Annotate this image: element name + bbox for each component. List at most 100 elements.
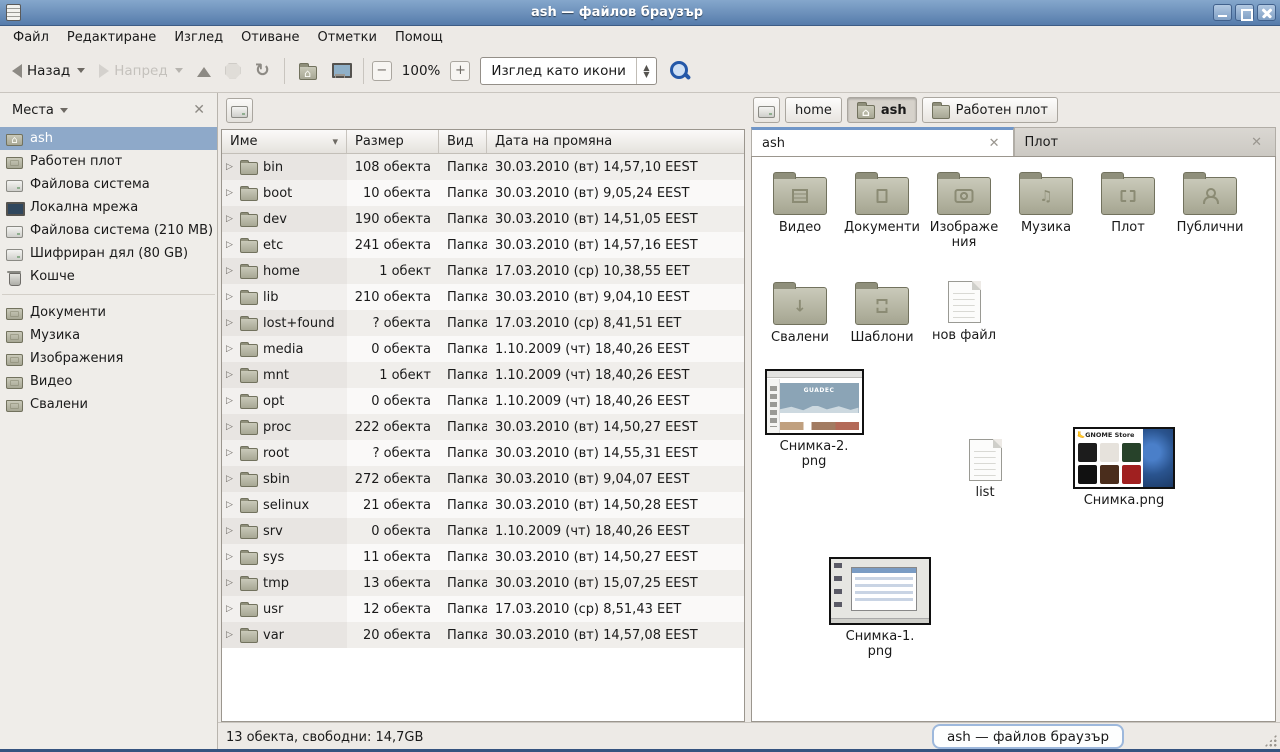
file-list[interactable]: list bbox=[952, 439, 1018, 501]
icon-view-item[interactable]: Шаблони bbox=[844, 281, 920, 346]
sidebar-title-dropdown[interactable]: Места bbox=[12, 103, 189, 118]
home-button[interactable] bbox=[293, 58, 323, 84]
icon-view-item[interactable]: Изображения bbox=[926, 171, 1002, 251]
column-header-date[interactable]: Дата на промяна bbox=[487, 130, 744, 153]
close-button[interactable] bbox=[1257, 4, 1276, 21]
zoom-in-button[interactable]: + bbox=[450, 61, 470, 81]
path-desktop-button[interactable]: Работен плот bbox=[922, 97, 1058, 123]
sidebar-item[interactable]: Кошче bbox=[0, 265, 217, 288]
view-mode-select[interactable]: Изглед като икони ▲▼ bbox=[480, 57, 657, 85]
table-row[interactable]: sys 11 обекта Папка 30.03.2010 (вт) 14,5… bbox=[222, 544, 744, 570]
stop-button[interactable] bbox=[219, 59, 247, 83]
minimize-button[interactable] bbox=[1213, 4, 1232, 21]
expander-icon[interactable] bbox=[226, 448, 235, 458]
sidebar-item[interactable]: Музика bbox=[0, 324, 217, 347]
expander-icon[interactable] bbox=[226, 526, 235, 536]
expander-icon[interactable] bbox=[226, 474, 235, 484]
icon-view-item[interactable]: нов файл bbox=[926, 281, 1002, 346]
menu-item[interactable]: Редактиране bbox=[58, 28, 165, 47]
expander-icon[interactable] bbox=[226, 240, 235, 250]
sidebar-item[interactable]: Локална мрежа bbox=[0, 196, 217, 219]
sidebar-item[interactable]: Свалени bbox=[0, 393, 217, 416]
expander-icon[interactable] bbox=[226, 422, 235, 432]
table-row[interactable]: sbin 272 обекта Папка 30.03.2010 (вт) 9,… bbox=[222, 466, 744, 492]
tab-ash[interactable]: ash ✕ bbox=[751, 127, 1014, 156]
computer-button[interactable] bbox=[325, 59, 355, 82]
back-dropdown-icon[interactable] bbox=[77, 68, 85, 73]
sidebar-item[interactable]: ash bbox=[0, 127, 217, 150]
path-home-button[interactable]: home bbox=[785, 97, 842, 123]
table-row[interactable]: media 0 обекта Папка 1.10.2009 (чт) 18,4… bbox=[222, 336, 744, 362]
expander-icon[interactable] bbox=[226, 162, 235, 172]
column-header-name[interactable]: Име bbox=[222, 130, 347, 153]
table-row[interactable]: selinux 21 обекта Папка 30.03.2010 (вт) … bbox=[222, 492, 744, 518]
path-root-button[interactable] bbox=[753, 97, 780, 123]
expander-icon[interactable] bbox=[226, 266, 235, 276]
sidebar-item[interactable]: Работен плот bbox=[0, 150, 217, 173]
table-row[interactable]: root ? обекта Папка 30.03.2010 (вт) 14,5… bbox=[222, 440, 744, 466]
icon-view-item[interactable]: Документи bbox=[844, 171, 920, 251]
expander-icon[interactable] bbox=[226, 214, 235, 224]
expander-icon[interactable] bbox=[226, 630, 235, 640]
file-snimka-1[interactable]: Снимка-1.png bbox=[828, 557, 932, 660]
titlebar[interactable]: ash — файлов браузър bbox=[0, 0, 1280, 26]
tab-close-icon[interactable]: ✕ bbox=[1248, 135, 1265, 150]
expander-icon[interactable] bbox=[226, 292, 235, 302]
tab-close-icon[interactable]: ✕ bbox=[986, 136, 1003, 151]
up-button[interactable] bbox=[191, 61, 217, 81]
file-snimka[interactable]: 🦶GNOME Store Снимка.png bbox=[1070, 427, 1178, 509]
table-row[interactable]: srv 0 обекта Папка 1.10.2009 (чт) 18,40,… bbox=[222, 518, 744, 544]
menu-item[interactable]: Отиване bbox=[232, 28, 308, 47]
sidebar-close-icon[interactable]: ✕ bbox=[189, 102, 209, 118]
table-row[interactable]: usr 12 обекта Папка 17.03.2010 (ср) 8,51… bbox=[222, 596, 744, 622]
taskbar-window-button[interactable]: ash — файлов браузър bbox=[932, 724, 1124, 749]
maximize-button[interactable] bbox=[1235, 4, 1254, 21]
table-row[interactable]: opt 0 обекта Папка 1.10.2009 (чт) 18,40,… bbox=[222, 388, 744, 414]
zoom-out-button[interactable]: − bbox=[372, 61, 392, 81]
resize-grip[interactable] bbox=[1264, 734, 1277, 747]
table-row[interactable]: home 1 обект Папка 17.03.2010 (ср) 10,38… bbox=[222, 258, 744, 284]
expander-icon[interactable] bbox=[226, 500, 235, 510]
table-row[interactable]: mnt 1 обект Папка 1.10.2009 (чт) 18,40,2… bbox=[222, 362, 744, 388]
icon-view-item[interactable]: Свалени bbox=[762, 281, 838, 346]
expander-icon[interactable] bbox=[226, 578, 235, 588]
expander-icon[interactable] bbox=[226, 396, 235, 406]
tree-root-button[interactable] bbox=[226, 98, 253, 123]
file-snimka-2[interactable]: GUADEC Снимка-2.png bbox=[762, 369, 866, 470]
expander-icon[interactable] bbox=[226, 370, 235, 380]
table-row[interactable]: etc 241 обекта Папка 30.03.2010 (вт) 14,… bbox=[222, 232, 744, 258]
table-row[interactable]: var 20 обекта Папка 30.03.2010 (вт) 14,5… bbox=[222, 622, 744, 648]
icon-view-item[interactable]: Плот bbox=[1090, 171, 1166, 251]
back-button[interactable]: Назад bbox=[6, 59, 91, 83]
icon-view-item[interactable]: Музика bbox=[1008, 171, 1084, 251]
forward-button[interactable]: Напред bbox=[93, 59, 188, 83]
menu-item[interactable]: Изглед bbox=[165, 28, 232, 47]
icon-view-canvas[interactable]: Видео Документи Изображения Музика Плот bbox=[751, 156, 1276, 722]
table-row[interactable]: proc 222 обекта Папка 30.03.2010 (вт) 14… bbox=[222, 414, 744, 440]
icon-view-item[interactable]: Видео bbox=[762, 171, 838, 251]
table-row[interactable]: dev 190 обекта Папка 30.03.2010 (вт) 14,… bbox=[222, 206, 744, 232]
sidebar-item[interactable]: Файлова система bbox=[0, 173, 217, 196]
menu-item[interactable]: Отметки bbox=[308, 28, 385, 47]
search-button[interactable] bbox=[667, 58, 693, 84]
expander-icon[interactable] bbox=[226, 552, 235, 562]
column-header-size[interactable]: Размер bbox=[347, 130, 439, 153]
menu-item[interactable]: Помощ bbox=[386, 28, 452, 47]
table-row[interactable]: lib 210 обекта Папка 30.03.2010 (вт) 9,0… bbox=[222, 284, 744, 310]
column-header-type[interactable]: Вид bbox=[439, 130, 487, 153]
table-row[interactable]: bin 108 обекта Папка 30.03.2010 (вт) 14,… bbox=[222, 154, 744, 180]
expander-icon[interactable] bbox=[226, 188, 235, 198]
path-current-button[interactable]: ash bbox=[847, 97, 917, 123]
sidebar-item[interactable]: Видео bbox=[0, 370, 217, 393]
reload-button[interactable]: ↻ bbox=[249, 59, 276, 83]
icon-view-item[interactable]: Публични bbox=[1172, 171, 1248, 251]
sidebar-item[interactable]: Документи bbox=[0, 301, 217, 324]
forward-dropdown-icon[interactable] bbox=[175, 68, 183, 73]
expander-icon[interactable] bbox=[226, 604, 235, 614]
tab-plot[interactable]: Плот ✕ bbox=[1014, 127, 1277, 156]
expander-icon[interactable] bbox=[226, 318, 235, 328]
table-row[interactable]: boot 10 обекта Папка 30.03.2010 (вт) 9,0… bbox=[222, 180, 744, 206]
table-row[interactable]: lost+found ? обекта Папка 17.03.2010 (ср… bbox=[222, 310, 744, 336]
sidebar-item[interactable]: Файлова система (210 MB) bbox=[0, 219, 217, 242]
table-row[interactable]: tmp 13 обекта Папка 30.03.2010 (вт) 15,0… bbox=[222, 570, 744, 596]
